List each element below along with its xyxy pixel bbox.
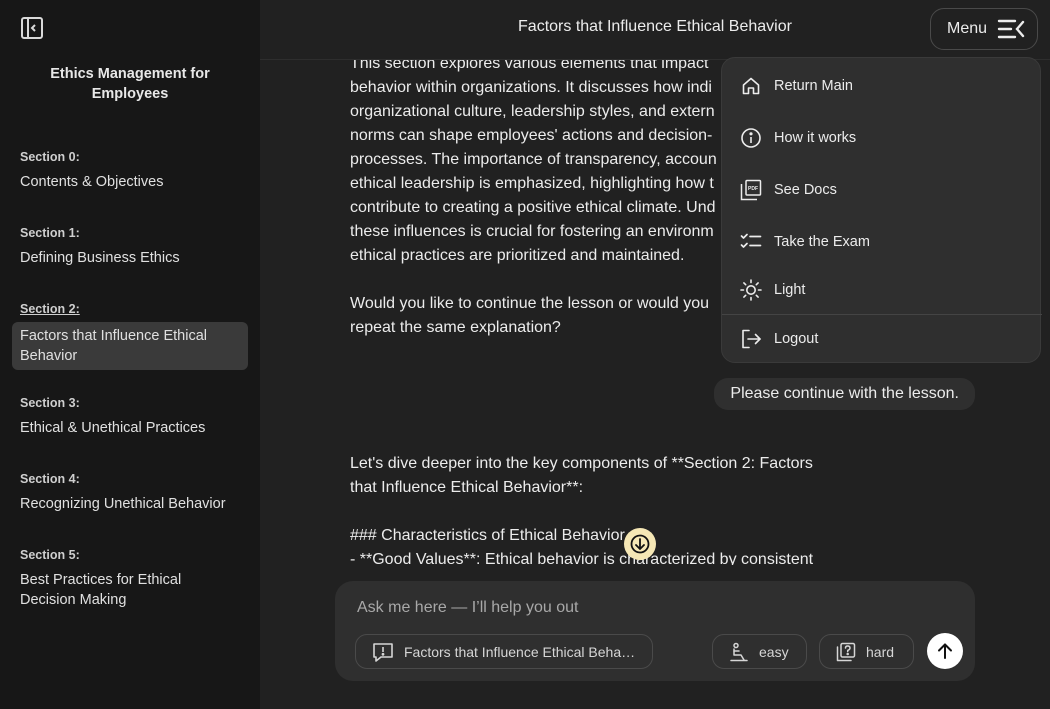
- easy-label: easy: [759, 643, 789, 660]
- header: Factors that Influence Ethical Behavior …: [260, 0, 1050, 60]
- menu-item-logout[interactable]: Logout: [722, 319, 1042, 359]
- menu-item-label: Take the Exam: [774, 234, 870, 250]
- section-title: Defining Business Ethics: [20, 250, 180, 266]
- section-title: Recognizing Unethical Behavior: [20, 496, 226, 512]
- context-chip-label: Factors that Influence Ethical Behavior: [404, 643, 636, 660]
- section-title: Ethical & Unethical Practices: [20, 420, 206, 436]
- menu-icon: [997, 18, 1025, 40]
- info-icon: [740, 127, 762, 149]
- context-chip[interactable]: Factors that Influence Ethical Behavior: [355, 634, 653, 669]
- menu-item-take-exam[interactable]: Take the Exam: [722, 222, 1042, 262]
- sidebar-item-section-4[interactable]: Section 4: Recognizing Unethical Behavio…: [12, 462, 248, 522]
- hard-button[interactable]: hard: [819, 634, 914, 669]
- send-button[interactable]: [927, 633, 963, 669]
- section-list: Section 0: Contents & Objectives Section…: [12, 140, 248, 634]
- section-number: Section 5:: [20, 548, 80, 562]
- home-icon: [740, 75, 762, 97]
- sidebar-toggle-icon[interactable]: [20, 16, 44, 40]
- menu-item-label: See Docs: [774, 182, 837, 198]
- sidebar-item-section-0[interactable]: Section 0: Contents & Objectives: [12, 140, 248, 200]
- user-message: Please continue with the lesson.: [714, 378, 975, 410]
- sun-icon: [740, 279, 762, 301]
- section-number: Section 0:: [20, 150, 80, 164]
- chat-input[interactable]: [357, 599, 917, 617]
- menu-item-label: Return Main: [774, 78, 853, 94]
- course-title: Ethics Management for Employees: [50, 66, 210, 102]
- composer: Factors that Influence Ethical Behavior …: [335, 581, 975, 681]
- menu-item-light-theme[interactable]: Light: [722, 270, 1042, 310]
- section-number: Section 2:: [20, 302, 80, 316]
- easy-button[interactable]: easy: [712, 634, 807, 669]
- section-title: Best Practices for Ethical Decision Maki…: [20, 572, 182, 608]
- arrow-down-icon: [630, 534, 650, 554]
- question-icon: [836, 642, 856, 662]
- menu-divider: [722, 314, 1042, 315]
- menu-item-how-it-works[interactable]: How it works: [722, 118, 1042, 158]
- sidebar-item-section-2[interactable]: Section 2: Factors that Influence Ethica…: [12, 292, 248, 370]
- scroll-down-button[interactable]: [624, 528, 656, 560]
- section-number: Section 4:: [20, 472, 80, 486]
- checklist-icon: [740, 231, 762, 253]
- logout-icon: [740, 328, 762, 350]
- svg-text:PDF: PDF: [748, 186, 758, 192]
- menu-button[interactable]: Menu: [930, 8, 1038, 50]
- easy-icon: [729, 642, 749, 662]
- section-title: Factors that Influence Ethical Behavior: [12, 322, 248, 370]
- section-title: Contents & Objectives: [20, 174, 164, 190]
- sidebar: Ethics Management for Employees Section …: [0, 0, 260, 709]
- menu-label: Menu: [947, 20, 988, 37]
- sidebar-item-section-1[interactable]: Section 1: Defining Business Ethics: [12, 216, 248, 276]
- comment-icon: [372, 642, 394, 662]
- sidebar-item-section-5[interactable]: Section 5: Best Practices for Ethical De…: [12, 538, 248, 618]
- menu-item-label: Light: [774, 282, 806, 298]
- menu-item-label: How it works: [774, 130, 857, 146]
- menu-item-see-docs[interactable]: PDF See Docs: [722, 170, 1042, 210]
- pdf-icon: PDF: [740, 179, 762, 201]
- menu-dropdown: Return Main How it works PDF See Docs Ta…: [721, 57, 1042, 363]
- section-number: Section 3:: [20, 396, 80, 410]
- menu-item-label: Logout: [774, 331, 819, 347]
- arrow-up-icon: [938, 643, 952, 659]
- assistant-message: Let's dive deeper into the key component…: [350, 455, 814, 565]
- section-number: Section 1:: [20, 226, 80, 240]
- sidebar-item-section-3[interactable]: Section 3: Ethical & Unethical Practices: [12, 386, 248, 446]
- menu-item-return-main[interactable]: Return Main: [722, 66, 1042, 106]
- hard-label: hard: [866, 643, 895, 660]
